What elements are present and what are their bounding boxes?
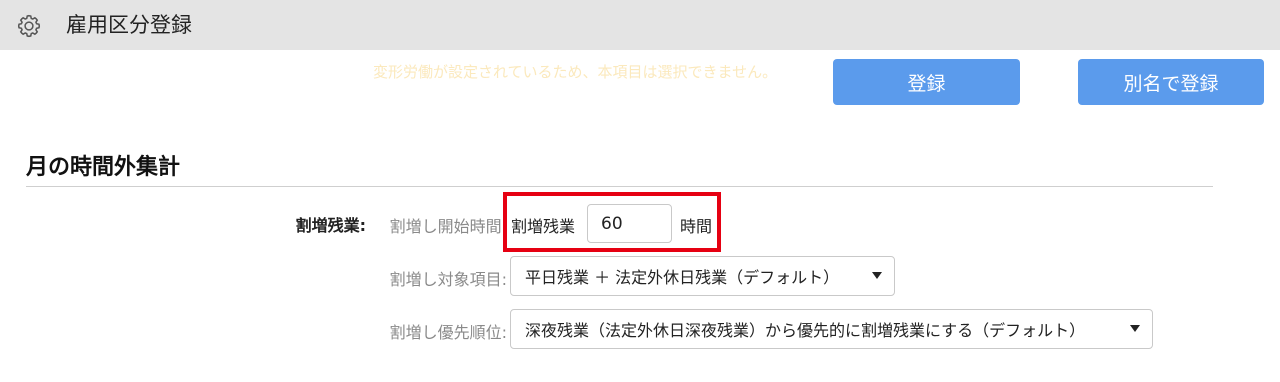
hours-unit-label: 時間	[680, 217, 713, 236]
register-as-alias-button[interactable]: 別名で登録	[1078, 59, 1264, 105]
section-divider	[26, 186, 1213, 187]
target-items-select[interactable]: 平日残業 ＋ 法定外休日残業（デフォルト）	[510, 256, 895, 296]
page-title: 雇用区分登録	[66, 13, 192, 37]
page-header: 雇用区分登録	[0, 0, 1280, 50]
start-time-label: 割増し開始時間:	[389, 217, 507, 236]
caret-down-icon	[1130, 325, 1140, 332]
priority-order-select[interactable]: 深夜残業（法定外休日深夜残業）から優先的に割増残業にする（デフォルト）	[510, 309, 1153, 349]
caret-down-icon	[872, 272, 882, 279]
priority-order-label: 割増し優先順位:	[389, 323, 507, 342]
priority-order-value: 深夜残業（法定外休日深夜残業）から優先的に割増残業にする（デフォルト）	[525, 321, 1086, 340]
disabled-notice: 変形労働が設定されているため、本項目は選択できません。	[373, 63, 778, 81]
section-title: 月の時間外集計	[26, 155, 181, 180]
target-items-label: 割増し対象項目:	[389, 270, 507, 289]
register-button[interactable]: 登録	[833, 59, 1020, 105]
overtime-row-label: 割増残業:	[295, 216, 366, 235]
overtime-hours-input[interactable]	[587, 204, 672, 243]
gear-icon[interactable]	[16, 13, 42, 39]
hours-field-label: 割増残業	[511, 217, 576, 236]
target-items-value: 平日残業 ＋ 法定外休日残業（デフォルト）	[525, 268, 840, 287]
